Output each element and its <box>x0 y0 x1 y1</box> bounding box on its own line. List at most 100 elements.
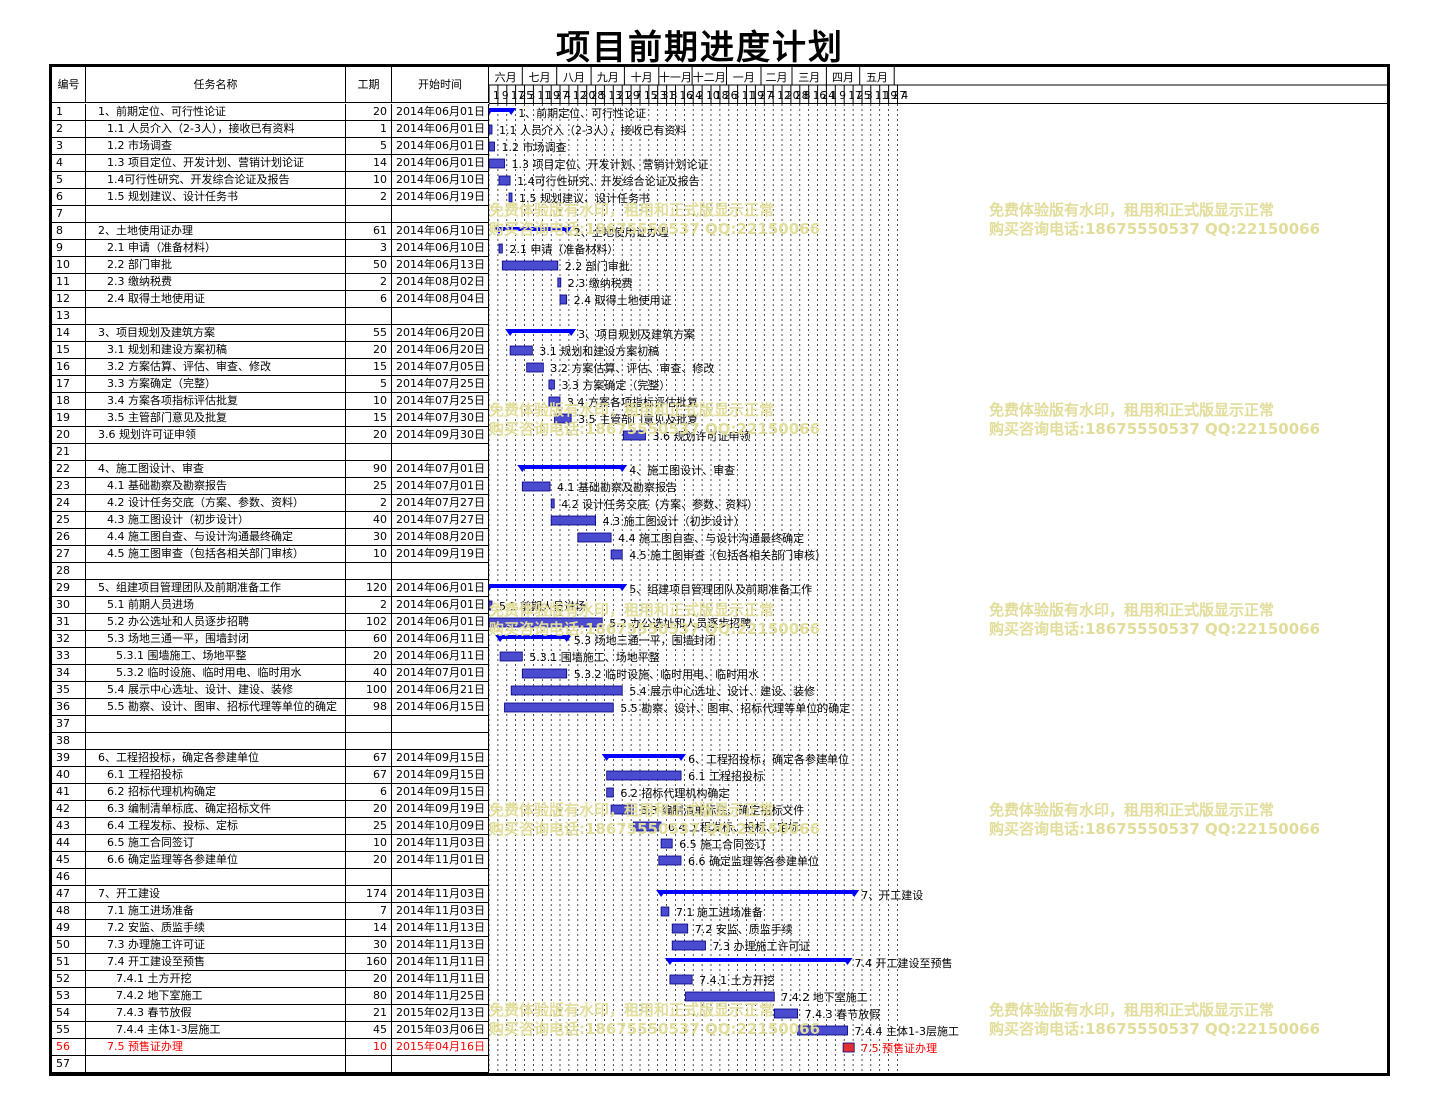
task-bar-group: 7.2 安监、质监手续 <box>671 922 793 936</box>
cell-start: 2014年06月01日 <box>392 121 489 138</box>
cell-duration: 10 <box>346 172 392 189</box>
day-tick-label: 4 <box>768 90 775 102</box>
cell-name: 1.4可行性研究、开发综合论证及报告 <box>86 172 346 189</box>
cell-id: 38 <box>52 733 86 750</box>
task-bar-label: 6.2 招标代理机构确定 <box>620 786 729 800</box>
cell-id: 28 <box>52 563 86 580</box>
cell-duration <box>346 716 392 733</box>
cell-id: 39 <box>52 750 86 767</box>
day-tick-label: 8 <box>671 90 678 102</box>
cell-start: 2014年06月10日 <box>392 223 489 240</box>
cell-name: 7.4.1 土方开挖 <box>86 971 346 988</box>
cell-duration: 15 <box>346 359 392 376</box>
task-bar-group: 7.3 办理施工许可证 <box>671 940 811 953</box>
task-bar-group: 3.3 方案确定（完整） <box>548 378 670 392</box>
task-bar-label: 4.4 施工图自查、与设计沟通最终确定 <box>618 531 804 545</box>
task-bar <box>501 260 559 271</box>
task-bar-label: 7.1 施工进场准备 <box>676 905 763 919</box>
cell-id: 37 <box>52 716 86 733</box>
task-bar-group: 4.3 施工图设计（初步设计） <box>550 514 745 528</box>
summary-bar <box>606 754 682 758</box>
cell-name: 7.4.4 主体1-3层施工 <box>86 1022 346 1039</box>
cell-id: 31 <box>52 614 86 631</box>
cell-id: 32 <box>52 631 86 648</box>
task-bar <box>671 923 689 934</box>
task-bar-group: 1.3 项目定位、开发计划、营销计划论证 <box>489 157 709 171</box>
watermark-7a: 免费体验版有水印，租用和正式版显示正常 <box>489 801 775 819</box>
cell-id: 1 <box>52 104 86 121</box>
cell-duration <box>346 869 392 886</box>
cell-id: 14 <box>52 325 86 342</box>
watermark-9a: 免费体验版有水印，租用和正式版显示正常 <box>489 1001 775 1019</box>
cell-start <box>392 563 489 580</box>
task-bar <box>504 702 614 713</box>
task-bar <box>489 124 493 135</box>
cell-name: 4.5 施工图审查（包括各相关部门审核） <box>86 546 346 563</box>
cell-start: 2014年06月11日 <box>392 631 489 648</box>
cell-name: 2.1 申请（准备材料） <box>86 240 346 257</box>
task-bar-group: 6.5 施工合同签订 <box>660 837 766 851</box>
cell-name <box>86 1056 346 1073</box>
task-bar-group: 6.2 招标代理机构确定 <box>606 786 729 800</box>
summary-bar <box>510 329 572 333</box>
cell-id: 42 <box>52 801 86 818</box>
cell-name: 2.2 部门审批 <box>86 257 346 274</box>
task-bar-label: 3、项目规划及建筑方案 <box>578 327 695 341</box>
day-tick-label: 3 <box>733 90 740 102</box>
day-tick-label: 9 <box>839 90 846 102</box>
task-bar-label: 6.1 工程招投标 <box>688 769 764 783</box>
cell-start: 2014年06月01日 <box>392 104 489 121</box>
cell-id: 21 <box>52 444 86 461</box>
watermark-5b: 购买咨询电话:18675550537 QQ:22150066 <box>489 620 821 638</box>
task-bar-label: 3.2 方案估算、评估、审查、修改 <box>550 361 714 375</box>
cell-id: 47 <box>52 886 86 903</box>
task-bar <box>509 345 533 356</box>
task-bar-group: 5.5 勘察、设计、图审、招标代理等单位的确定 <box>504 701 850 715</box>
cell-duration: 20 <box>346 342 392 359</box>
cell-start: 2014年07月01日 <box>392 478 489 495</box>
cell-start <box>392 206 489 223</box>
cell-name: 1.2 市场调查 <box>86 138 346 155</box>
cell-duration <box>346 1056 392 1073</box>
task-bar <box>669 974 693 985</box>
task-bar <box>610 549 623 560</box>
cell-start <box>392 308 489 325</box>
month-label: 五月 <box>866 71 888 84</box>
cell-start: 2014年11月03日 <box>392 903 489 920</box>
watermark-9b: 购买咨询电话:18675550537 QQ:22150066 <box>489 1020 821 1038</box>
cell-name: 7.4 开工建设至预售 <box>86 954 346 971</box>
cell-duration: 14 <box>346 920 392 937</box>
cell-id: 50 <box>52 937 86 954</box>
cell-name: 1.5 规划建议、设计任务书 <box>86 189 346 206</box>
cell-id: 9 <box>52 240 86 257</box>
cell-duration: 80 <box>346 988 392 1005</box>
cell-duration: 20 <box>346 801 392 818</box>
cell-name: 4.1 基础勘察及勘察报告 <box>86 478 346 495</box>
cell-id: 51 <box>52 954 86 971</box>
cell-name: 3.2 方案估算、评估、审查、修改 <box>86 359 346 376</box>
cell-start: 2014年06月20日 <box>392 342 489 359</box>
cell-start: 2014年07月25日 <box>392 393 489 410</box>
task-bar-group: 7.4.4 主体1-3层施工 <box>797 1024 959 1038</box>
cell-start: 2015年02月13日 <box>392 1005 489 1022</box>
cell-name: 7、开工建设 <box>86 886 346 903</box>
task-bar-group: 3.1 规划和建设方案初稿 <box>509 344 659 358</box>
cell-id: 7 <box>52 206 86 223</box>
cell-name: 4.4 施工图自查、与设计沟通最终确定 <box>86 529 346 546</box>
task-bar <box>526 362 544 373</box>
watermark-8a: 免费体验版有水印，租用和正式版显示正常 <box>989 801 1275 819</box>
cell-id: 15 <box>52 342 86 359</box>
task-bar <box>521 668 568 679</box>
task-bar-group: 5.3.2 临时设施、临时用电、临时用水 <box>521 667 759 681</box>
cell-id: 57 <box>52 1056 86 1073</box>
task-bar <box>842 1042 855 1053</box>
cell-name: 1.1 人员介入（2-3人），接收已有资料 <box>86 121 346 138</box>
header-duration: 工期 <box>346 67 392 103</box>
cell-start: 2014年06月01日 <box>392 138 489 155</box>
cell-start: 2014年09月19日 <box>392 546 489 563</box>
cell-id: 45 <box>52 852 86 869</box>
cell-id: 36 <box>52 699 86 716</box>
cell-start: 2014年11月13日 <box>392 920 489 937</box>
cell-id: 13 <box>52 308 86 325</box>
cell-start: 2014年06月15日 <box>392 699 489 716</box>
